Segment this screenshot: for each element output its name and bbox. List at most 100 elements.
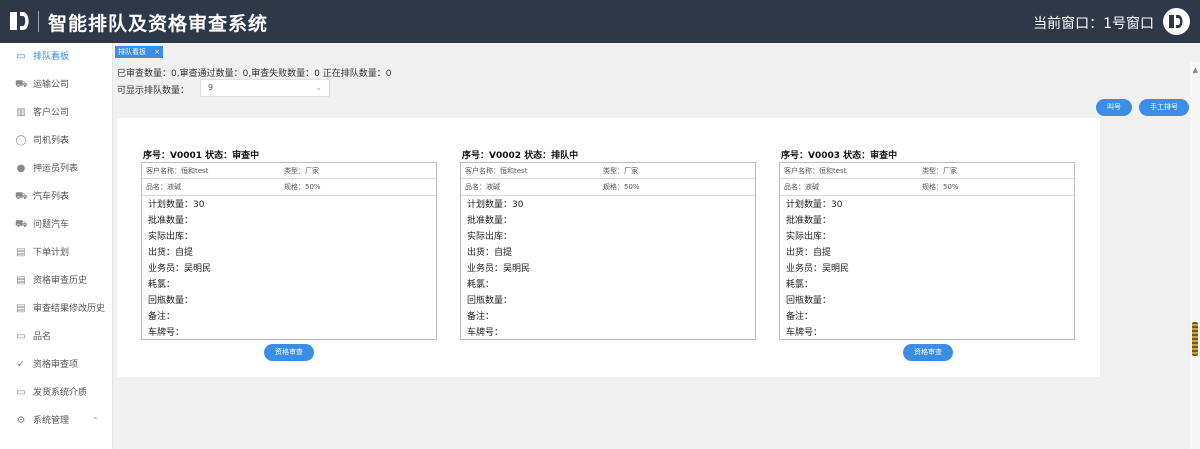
product-name: 品名：液碱 [146,183,181,191]
salesperson: 业务员：吴明民 [786,264,850,274]
call-number-button[interactable]: 叫号 [1096,99,1132,116]
sidebar-item-escort-list[interactable]: ● 押运员列表 [0,159,113,181]
review-button[interactable]: 资格审查 [903,344,953,361]
sidebar-item-transport-company[interactable]: ⛟ 运输公司 [0,75,113,97]
building-icon: ▥ [16,107,26,118]
actual-outbound: 实际出库： [148,232,194,242]
sidebar-item-label: 发货系统介质 [33,388,88,398]
app-header: 智能排队及资格审查系统 当前窗口：1号窗口 [0,0,1200,43]
check-icon: ✓ [16,359,26,370]
returned-bottles: 回瓶数量： [786,296,832,306]
planned-quantity: 计划数量：30 [148,200,205,210]
sidebar-item-product-name[interactable]: ▭ 品名 [0,327,113,349]
plate-number: 车牌号： [467,328,504,338]
sidebar-item-label: 资格审查历史 [33,276,88,286]
info-row: 客户名称：恒和test 类型：厂家 [780,163,1074,178]
actual-outbound: 实际出库： [786,232,832,242]
sidebar-item-label: 审查结果修改历史 [33,304,106,314]
current-window-label: 当前窗口：1号窗口 [1033,16,1154,32]
sidebar-item-label: 客户公司 [33,108,70,118]
close-icon[interactable]: × [154,46,160,58]
card-title: 序号：V0001 状态：审查中 [143,151,260,161]
queue-count-value: 9 [208,83,214,92]
person-icon: ● [16,163,26,174]
queue-count-label: 可显示排队数量： [117,86,190,96]
sidebar-item-label: 押运员列表 [33,164,79,174]
sidebar-item-queue-board[interactable]: ▭ 排队看板 [0,47,113,69]
sidebar-item-label: 运输公司 [33,80,70,90]
avatar[interactable] [1163,8,1190,35]
plate-number: 车牌号： [148,328,185,338]
product-spec: 规格：50% [603,183,640,191]
review-button[interactable]: 资格审查 [264,344,314,361]
card-title: 序号：V0002 状态：排队中 [462,151,579,161]
list-icon: ▤ [16,247,26,258]
sidebar-item-order-plan[interactable]: ▤ 下单计划 [0,243,113,265]
chevron-up-icon: ⌃ [92,416,99,425]
chlorine-consumption: 耗氯： [148,280,176,290]
review-stats: 已审查数量：0,审查通过数量：0,审查失败数量：0 正在排队数量：0 [117,69,392,79]
plate-number: 车牌号： [786,328,823,338]
user-icon: ◯ [15,135,27,146]
car-warning-icon: ⛟ [15,219,28,230]
remarks: 备注： [786,312,814,322]
customer-type: 类型：厂家 [922,167,957,175]
queue-count-select[interactable]: 9 ⌄ [200,79,330,97]
info-row: 客户名称：恒和test 类型：厂家 [461,163,755,178]
tag-icon: ▭ [16,331,26,342]
sidebar-item-driver-list[interactable]: ◯ 司机列表 [0,131,113,153]
sidebar-item-label: 排队看板 [33,52,70,62]
scroll-up-icon[interactable]: ▲ [1193,66,1198,74]
salesperson: 业务员：吴明民 [467,264,531,274]
product-spec: 规格：50% [922,183,959,191]
info-row: 品名：液碱 规格：50% [780,179,1074,194]
returned-bottles: 回瓶数量： [467,296,513,306]
sidebar-item-system-management[interactable]: ⚙ 系统管理 ⌃ [0,411,113,433]
product-name: 品名：液碱 [784,183,819,191]
monitor-icon: ▭ [16,387,26,398]
scrollbar[interactable] [1190,62,1200,449]
customer-type: 类型：厂家 [284,167,319,175]
info-row: 客户名称：恒和test 类型：厂家 [142,163,436,178]
queue-card: 客户名称：恒和test 类型：厂家 品名：液碱 规格：50% 计划数量：30 批… [460,162,756,340]
sidebar-item-result-edit-history[interactable]: ▤ 审查结果修改历史 [0,299,113,321]
sidebar-item-review-items[interactable]: ✓ 资格审查项 [0,355,113,377]
returned-bottles: 回瓶数量： [148,296,194,306]
gear-icon: ⚙ [16,415,26,426]
shipping-method: 出货：自提 [148,248,194,258]
card-title: 序号：V0003 状态：审查中 [781,151,898,161]
divider [142,195,436,196]
scrollbar-thumb[interactable] [1192,322,1198,356]
manual-queue-button[interactable]: 手工排号 [1139,99,1189,116]
tab-queue-board[interactable]: 排队看板 × [115,46,163,58]
tab-label: 排队看板 [118,48,146,56]
sidebar-item-label: 司机列表 [33,136,70,146]
sidebar-item-review-history[interactable]: ▤ 资格审查历史 [0,271,113,293]
sidebar-item-label: 问题汽车 [33,220,70,230]
sidebar-item-customer-company[interactable]: ▥ 客户公司 [0,103,113,125]
sidebar-item-label: 资格审查项 [33,360,79,370]
avatar-logo-icon [1169,15,1183,28]
info-row: 品名：液碱 规格：50% [142,179,436,194]
customer-name: 客户名称：恒和test [146,167,209,175]
sidebar-item-shipping-media[interactable]: ▭ 发货系统介质 [0,383,113,405]
history-icon: ▤ [16,275,26,286]
sidebar-item-problem-vehicles[interactable]: ⛟ 问题汽车 [0,215,113,237]
divider [461,195,755,196]
queue-card: 客户名称：恒和test 类型：厂家 品名：液碱 规格：50% 计划数量：30 批… [779,162,1075,340]
queue-panel: 序号：V0001 状态：审查中 客户名称：恒和test 类型：厂家 品名：液碱 … [117,118,1100,377]
planned-quantity: 计划数量：30 [467,200,524,210]
sidebar-item-vehicle-list[interactable]: ⛟ 汽车列表 [0,187,113,209]
logo-icon [8,10,32,32]
chlorine-consumption: 耗氯： [467,280,495,290]
approved-quantity: 批准数量： [786,216,832,226]
customer-name: 客户名称：恒和test [465,167,528,175]
sidebar-item-label: 下单计划 [33,248,70,258]
sidebar-item-label: 品名 [33,332,52,342]
salesperson: 业务员：吴明民 [148,264,212,274]
chevron-down-icon: ⌄ [315,83,322,92]
truck-icon: ⛟ [15,79,28,90]
app-title: 智能排队及资格审查系统 [48,13,269,35]
sidebar-item-label: 系统管理 [33,416,70,426]
remarks: 备注： [148,312,176,322]
